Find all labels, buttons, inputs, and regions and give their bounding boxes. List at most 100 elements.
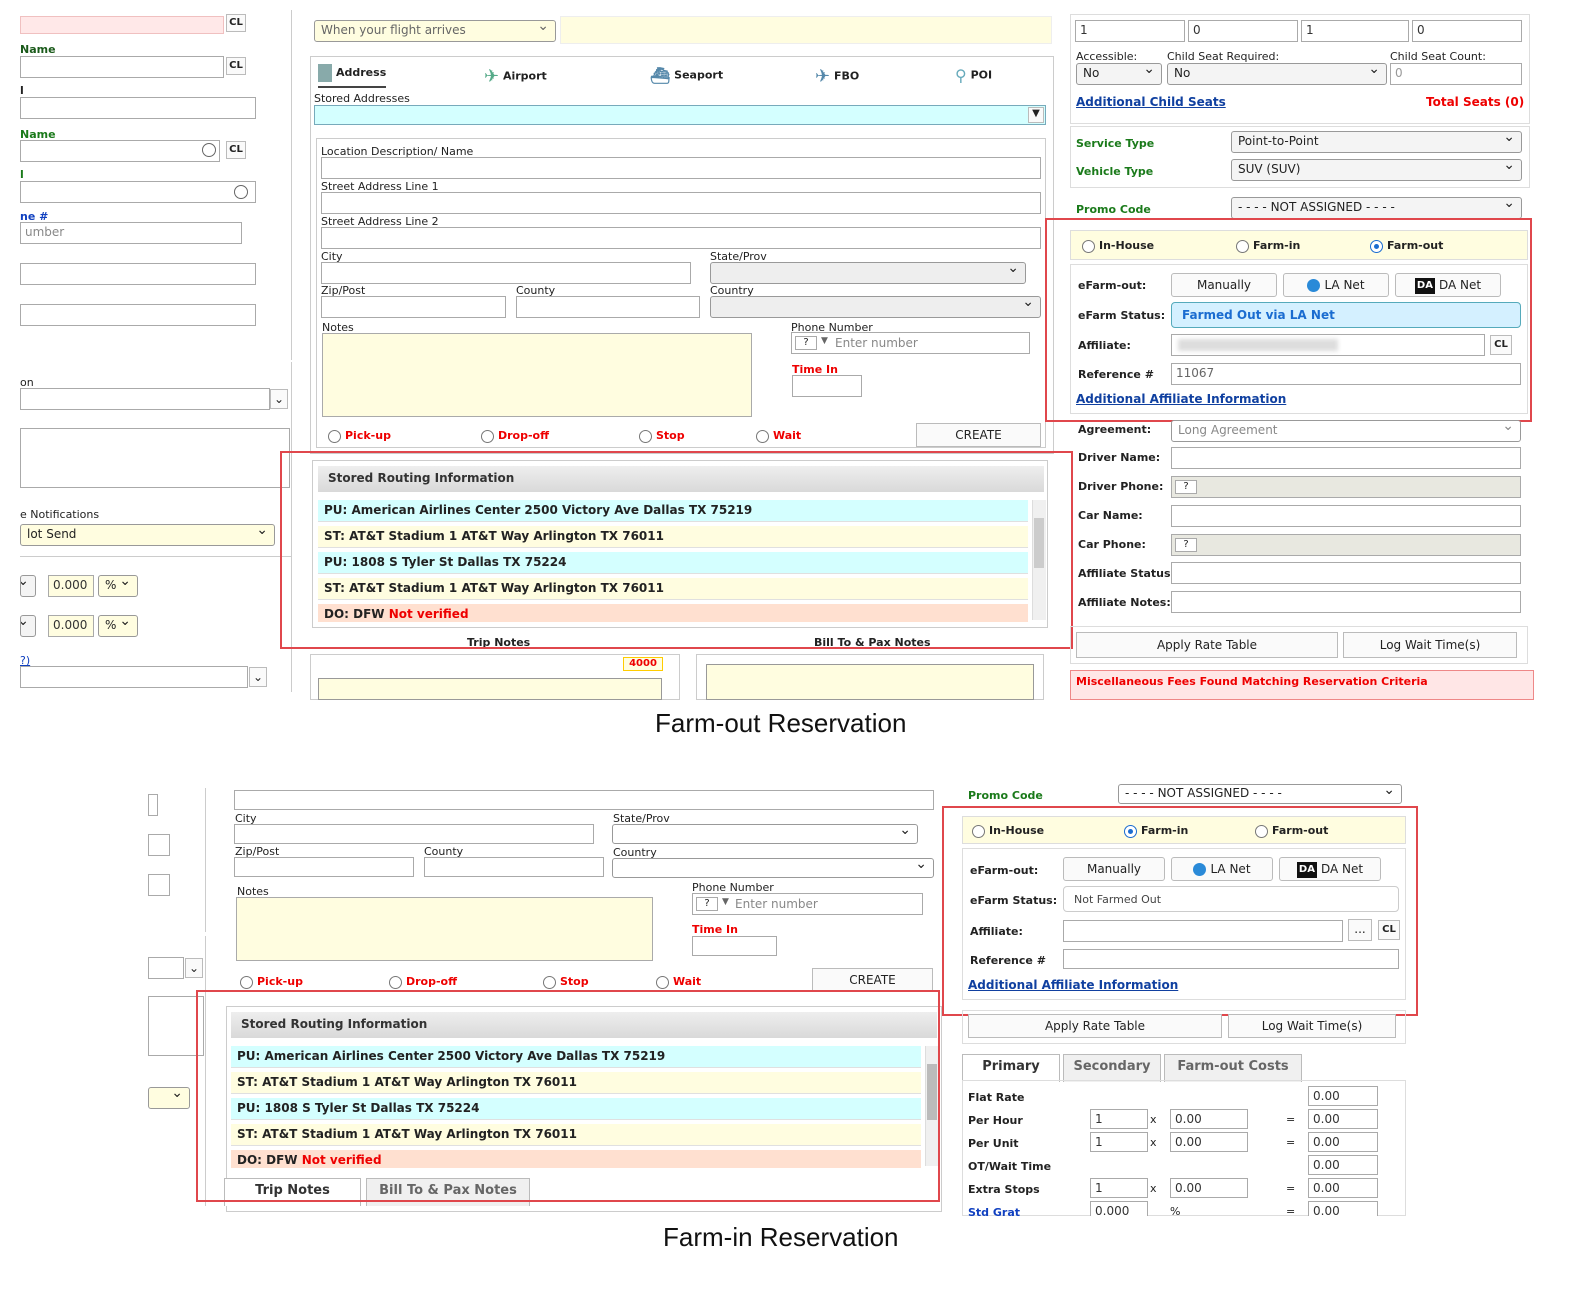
- rate-qty-input[interactable]: 1: [1090, 1178, 1148, 1198]
- street1-input[interactable]: [321, 192, 1041, 214]
- field-select[interactable]: [148, 957, 184, 979]
- state-select[interactable]: [710, 262, 1026, 284]
- rate-total-input[interactable]: 0.00: [1308, 1109, 1378, 1129]
- tax-select[interactable]: [20, 615, 36, 637]
- stop-type-pickup[interactable]: Pick-up: [240, 975, 303, 989]
- stop-type-stop[interactable]: Stop: [639, 429, 685, 443]
- promo-code-select[interactable]: - - - - NOT ASSIGNED - - - -: [1118, 784, 1402, 804]
- chevron-down-icon[interactable]: ⌄: [249, 667, 267, 687]
- zip-input[interactable]: [234, 857, 414, 877]
- field-input[interactable]: [20, 263, 256, 285]
- percent-input[interactable]: 0.000: [48, 575, 94, 597]
- stop-type-wait[interactable]: Wait: [656, 975, 701, 989]
- tax-select[interactable]: [20, 575, 36, 597]
- notes-textarea[interactable]: [236, 897, 653, 961]
- create-button[interactable]: CREATE: [812, 968, 933, 992]
- rate-price-input[interactable]: 0.00: [1170, 1109, 1248, 1129]
- location-icon[interactable]: [202, 143, 216, 157]
- seat-input[interactable]: 1: [1075, 20, 1185, 42]
- create-button[interactable]: CREATE: [916, 423, 1041, 447]
- affiliate-notes-input[interactable]: [1171, 591, 1521, 613]
- stop-type-dropoff[interactable]: Drop-off: [389, 975, 457, 989]
- option-select[interactable]: [20, 388, 270, 410]
- trip-notes-textarea[interactable]: [318, 678, 662, 700]
- stored-addresses-select[interactable]: [314, 105, 1046, 125]
- rate-qty-input[interactable]: 1: [1090, 1132, 1148, 1152]
- notes-textarea[interactable]: [322, 333, 752, 417]
- chevron-down-icon[interactable]: ▼: [821, 336, 828, 346]
- notifications-select[interactable]: lot Send: [20, 524, 275, 546]
- tab-poi[interactable]: ⚲ POI: [955, 66, 992, 85]
- unit-select[interactable]: %: [98, 615, 138, 637]
- clear-button[interactable]: CL: [226, 141, 246, 159]
- service-type-select[interactable]: Point-to-Point: [1231, 131, 1522, 153]
- field-select[interactable]: [148, 1087, 190, 1109]
- unit-select[interactable]: %: [98, 575, 138, 597]
- seat-input[interactable]: 0: [1412, 20, 1522, 42]
- child-req-select[interactable]: No: [1167, 63, 1387, 85]
- state-select[interactable]: [612, 824, 918, 844]
- bill-notes-textarea[interactable]: [706, 664, 1034, 700]
- rate-total-input[interactable]: 0.00: [1308, 1155, 1378, 1175]
- first-name-input[interactable]: [20, 56, 224, 78]
- phone-input[interactable]: umber: [20, 222, 242, 244]
- log-wait-time-button[interactable]: Log Wait Time(s): [1343, 632, 1517, 658]
- promo-code-select[interactable]: - - - - NOT ASSIGNED - - - -: [1231, 197, 1522, 219]
- county-input[interactable]: [516, 296, 700, 318]
- field-input[interactable]: [148, 874, 170, 896]
- arrive-select[interactable]: When your flight arrives: [314, 20, 556, 42]
- country-select[interactable]: [710, 296, 1041, 318]
- rate-price-input[interactable]: 0.00: [1170, 1132, 1248, 1152]
- rate-total-input[interactable]: 0.00: [1308, 1201, 1378, 1216]
- phone-country-select[interactable]: ?: [696, 897, 718, 911]
- vehicle-type-select[interactable]: SUV (SUV): [1231, 159, 1522, 181]
- rate-qty-input[interactable]: 0.000: [1090, 1201, 1148, 1216]
- additional-child-seats-link[interactable]: Additional Child Seats: [1076, 95, 1226, 109]
- percent-input[interactable]: 0.000: [48, 615, 94, 637]
- stop-type-wait[interactable]: Wait: [756, 429, 801, 443]
- rate-tab-secondary[interactable]: Secondary: [1063, 1054, 1161, 1082]
- field-select[interactable]: [20, 666, 248, 688]
- city-input[interactable]: [234, 824, 594, 844]
- tab-airport[interactable]: ✈ Airport: [484, 66, 547, 87]
- car-phone-country[interactable]: ?: [1175, 538, 1197, 552]
- field-input[interactable]: [148, 794, 158, 816]
- city-input[interactable]: [321, 262, 691, 284]
- apply-rate-table-button[interactable]: Apply Rate Table: [1076, 632, 1338, 658]
- seat-input[interactable]: 1: [1301, 20, 1409, 42]
- last-name-input[interactable]: [20, 97, 256, 119]
- driver-name-input[interactable]: [1171, 447, 1521, 469]
- rate-total-input[interactable]: 0.00: [1308, 1086, 1378, 1106]
- affiliate-status-input[interactable]: [1171, 562, 1521, 584]
- tab-address[interactable]: Address: [318, 64, 386, 82]
- chevron-down-icon[interactable]: ▼: [1028, 107, 1044, 123]
- seat-input[interactable]: 0: [1188, 20, 1298, 42]
- chevron-down-icon[interactable]: ⌄: [270, 389, 288, 409]
- field-input[interactable]: [20, 304, 256, 326]
- street2-input[interactable]: [321, 227, 1041, 249]
- rate-total-input[interactable]: 0.00: [1308, 1178, 1378, 1198]
- phone-country-select[interactable]: ?: [795, 336, 817, 350]
- agreement-select[interactable]: Long Agreement: [1171, 420, 1521, 442]
- child-count-input[interactable]: 0: [1390, 63, 1522, 85]
- rate-total-input[interactable]: 0.00: [1308, 1132, 1378, 1152]
- time-in-input[interactable]: [792, 375, 862, 397]
- clear-button[interactable]: CL: [226, 57, 246, 75]
- zip-input[interactable]: [321, 296, 506, 318]
- rate-price-input[interactable]: 0.00: [1170, 1178, 1248, 1198]
- log-wait-time-button[interactable]: Log Wait Time(s): [1228, 1014, 1396, 1038]
- tab-seaport[interactable]: ⛴ Seaport: [650, 66, 723, 85]
- country-select[interactable]: [612, 858, 934, 878]
- chevron-down-icon[interactable]: ▼: [722, 897, 729, 907]
- rate-qty-input[interactable]: 1: [1090, 1109, 1148, 1129]
- tab-fbo[interactable]: ✈ FBO: [815, 66, 859, 87]
- passenger-name-input[interactable]: [20, 140, 220, 162]
- chevron-down-icon[interactable]: ⌄: [185, 958, 203, 978]
- street-input[interactable]: [234, 790, 934, 810]
- name-input-pink[interactable]: [20, 16, 224, 34]
- stop-type-stop[interactable]: Stop: [543, 975, 589, 989]
- time-in-input[interactable]: [692, 936, 777, 956]
- driver-phone-input[interactable]: [1171, 476, 1521, 498]
- stop-type-dropoff[interactable]: Drop-off: [481, 429, 549, 443]
- rate-tab-farmout-costs[interactable]: Farm-out Costs: [1164, 1054, 1302, 1082]
